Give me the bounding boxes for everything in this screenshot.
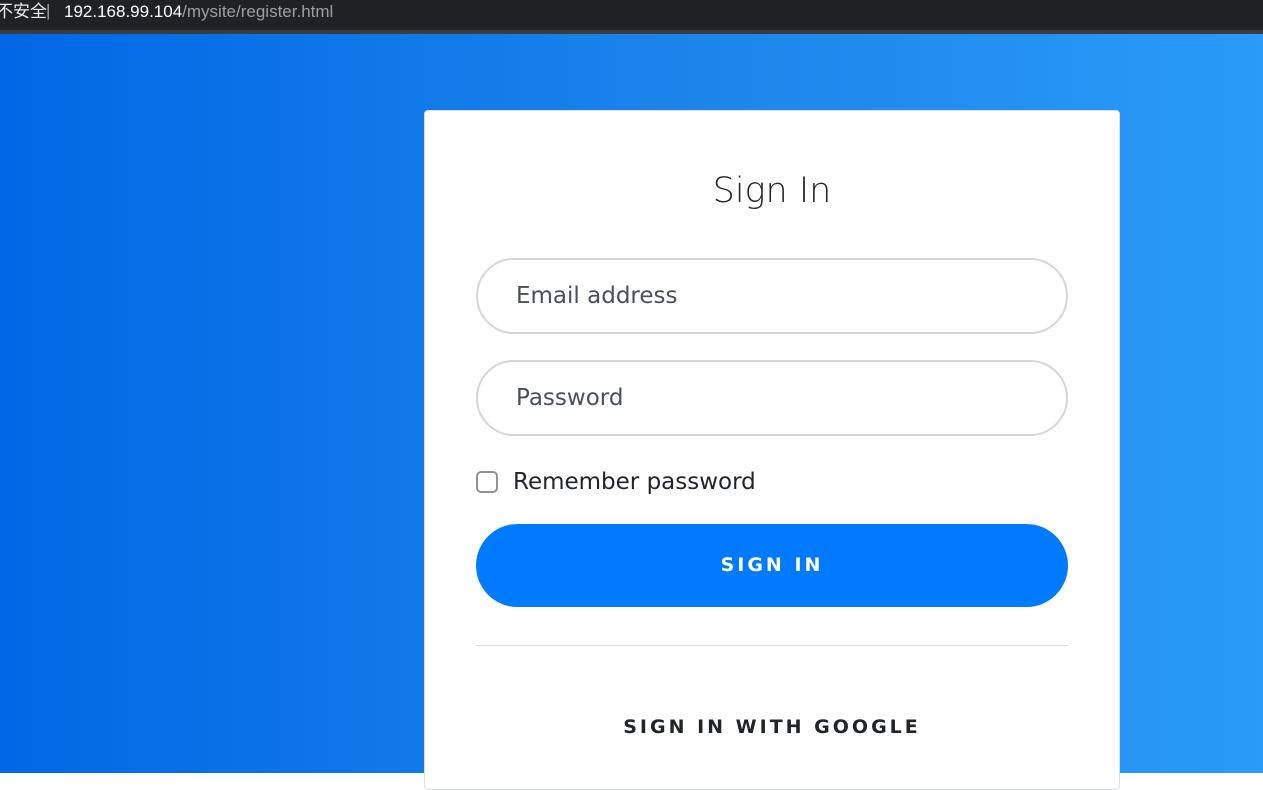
- email-field[interactable]: [476, 258, 1068, 334]
- signin-card: Sign In Remember password SIGN IN SIGN I…: [424, 110, 1120, 790]
- browser-address-bar[interactable]: 不安全 | 192.168.99.104/mysite/register.htm…: [0, 0, 1263, 34]
- url-host: 192.168.99.104: [64, 2, 183, 21]
- address-separator: |: [46, 1, 51, 20]
- sign-in-button[interactable]: SIGN IN: [476, 524, 1068, 607]
- url-text[interactable]: 192.168.99.104/mysite/register.html: [64, 0, 333, 24]
- sign-in-with-google-button[interactable]: SIGN IN WITH GOOGLE: [476, 705, 1068, 749]
- url-path: /mysite/register.html: [182, 2, 334, 21]
- remember-password-row[interactable]: Remember password: [476, 467, 756, 497]
- password-field[interactable]: [476, 360, 1068, 436]
- remember-password-label[interactable]: Remember password: [513, 469, 756, 495]
- divider: [476, 645, 1068, 646]
- security-status[interactable]: 不安全: [0, 0, 47, 24]
- signin-title: Sign In: [712, 171, 832, 211]
- remember-password-checkbox[interactable]: [476, 471, 498, 493]
